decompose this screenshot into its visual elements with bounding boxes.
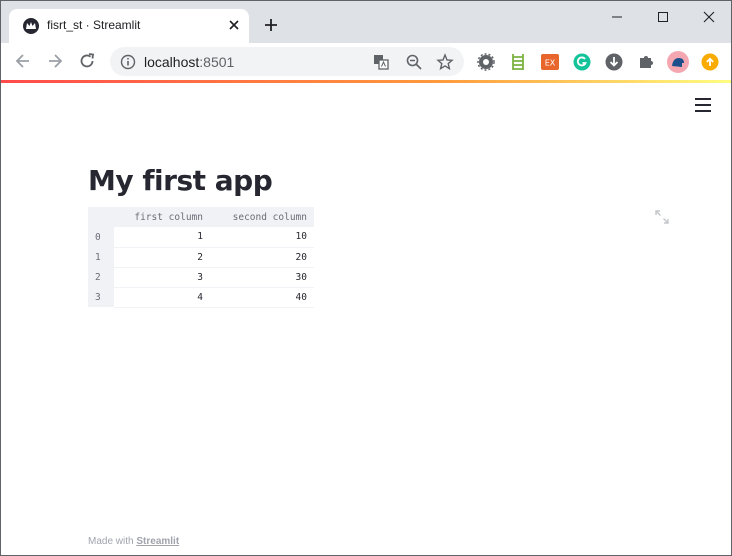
row-index: 2 bbox=[88, 267, 114, 287]
ex-icon[interactable]: EX bbox=[541, 53, 559, 71]
column-header[interactable]: second column bbox=[210, 207, 314, 227]
address-bar[interactable]: localhost:8501 bbox=[110, 47, 464, 76]
index-header bbox=[88, 207, 114, 227]
browser-toolbar: localhost:8501 EX bbox=[1, 43, 731, 80]
column-header[interactable]: first column bbox=[114, 207, 210, 227]
url-port: :8501 bbox=[199, 54, 235, 70]
fullscreen-expand-icon[interactable] bbox=[655, 210, 669, 224]
bookmark-star-icon[interactable] bbox=[436, 53, 454, 71]
window-maximize-icon[interactable] bbox=[639, 5, 685, 29]
window-minimize-icon[interactable] bbox=[593, 5, 639, 29]
table-cell[interactable]: 1 bbox=[114, 227, 210, 248]
footer-text: Made with bbox=[88, 536, 134, 547]
browser-tab[interactable]: fisrt_st · Streamlit bbox=[9, 9, 249, 43]
streamlit-favicon-icon bbox=[23, 18, 39, 34]
update-icon[interactable] bbox=[701, 53, 719, 71]
puzzle-icon[interactable] bbox=[637, 53, 655, 71]
zoom-out-icon[interactable] bbox=[405, 53, 423, 71]
browser-window: fisrt_st · Streamlit localhost:8501 EX M… bbox=[0, 0, 732, 556]
new-tab-icon[interactable] bbox=[261, 15, 281, 35]
table-row: 2 3 30 bbox=[88, 267, 314, 288]
tab-title: fisrt_st · Streamlit bbox=[47, 18, 141, 32]
url-text[interactable]: localhost:8501 bbox=[144, 54, 234, 70]
svg-text:EX: EX bbox=[545, 59, 556, 68]
table-row: 1 2 20 bbox=[88, 247, 314, 268]
back-arrow-icon[interactable] bbox=[13, 51, 33, 71]
row-index: 3 bbox=[88, 287, 114, 307]
table-cell[interactable]: 3 bbox=[114, 267, 210, 288]
streamlit-app: My first app first column second column … bbox=[1, 83, 731, 555]
table-row: 3 4 40 bbox=[88, 287, 314, 308]
tab-close-icon[interactable] bbox=[226, 17, 242, 33]
table-cell[interactable]: 2 bbox=[114, 247, 210, 268]
table-cell[interactable]: 20 bbox=[210, 247, 314, 268]
forward-arrow-icon[interactable] bbox=[45, 51, 65, 71]
row-index: 0 bbox=[88, 227, 114, 247]
reload-icon[interactable] bbox=[77, 51, 97, 71]
table-cell[interactable]: 10 bbox=[210, 227, 314, 248]
streamlit-link[interactable]: Streamlit bbox=[136, 536, 179, 547]
table-cell[interactable]: 4 bbox=[114, 287, 210, 308]
url-host: localhost bbox=[144, 54, 200, 70]
main-menu-icon[interactable] bbox=[695, 98, 711, 112]
tab-strip: fisrt_st · Streamlit bbox=[1, 1, 731, 43]
table-cell[interactable]: 30 bbox=[210, 267, 314, 288]
page-title: My first app bbox=[88, 164, 273, 197]
profile-avatar-icon[interactable] bbox=[667, 51, 689, 73]
window-close-icon[interactable] bbox=[685, 5, 731, 29]
translate-icon[interactable] bbox=[372, 53, 390, 71]
ladder-icon[interactable] bbox=[509, 53, 527, 71]
footer: Made with Streamlit bbox=[88, 536, 179, 547]
dataframe-table[interactable]: first column second column 0 1 10 1 2 20… bbox=[88, 207, 314, 308]
row-index: 1 bbox=[88, 247, 114, 267]
table-cell[interactable]: 40 bbox=[210, 287, 314, 308]
download-icon[interactable] bbox=[605, 53, 623, 71]
table-row: 0 1 10 bbox=[88, 227, 314, 248]
grammarly-icon[interactable] bbox=[573, 53, 591, 71]
site-info-icon[interactable] bbox=[120, 54, 136, 70]
table-header-row: first column second column bbox=[88, 207, 314, 227]
settings-gear-icon[interactable] bbox=[477, 53, 495, 71]
